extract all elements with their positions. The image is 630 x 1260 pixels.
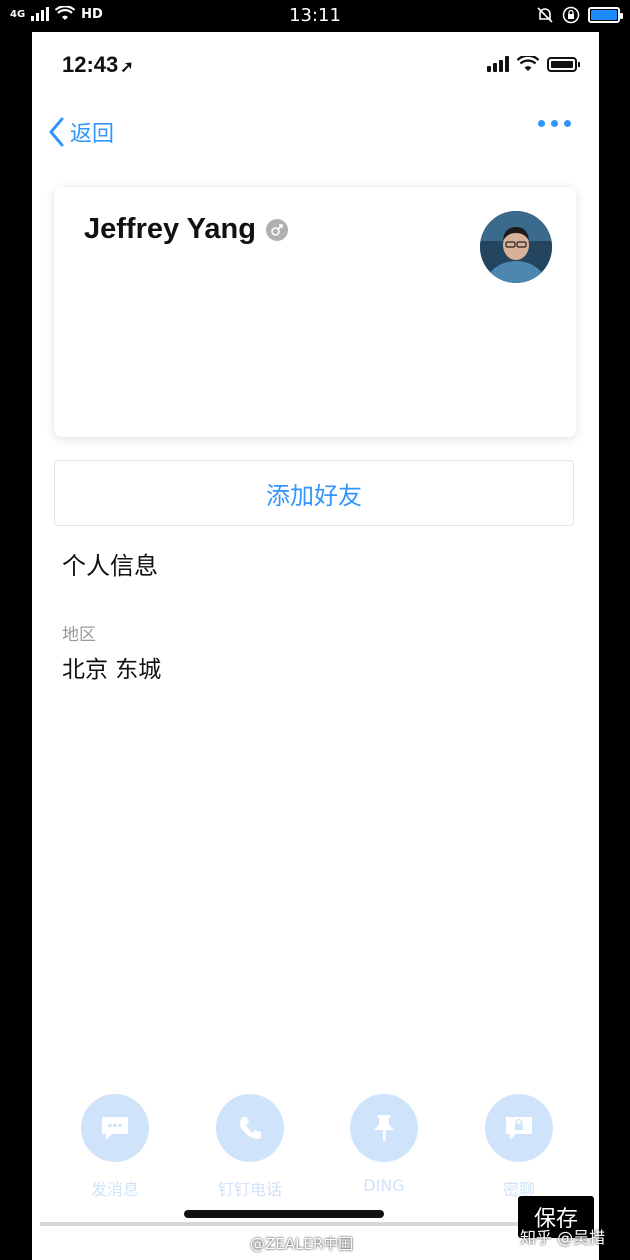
inner-signal-icon [487, 56, 509, 72]
weibo-watermark: @ZEALER中国 [250, 1235, 354, 1253]
inner-time: 12:43 ➚ [62, 52, 134, 78]
bottom-divider [40, 1222, 560, 1226]
outer-battery-icon [588, 7, 623, 23]
back-label: 返回 [70, 122, 115, 147]
chevron-left-icon [49, 117, 64, 147]
more-dot-icon [564, 120, 571, 127]
pin-icon [350, 1094, 418, 1162]
inner-wifi-icon [517, 56, 539, 71]
profile-name: Jeffrey Yang [84, 213, 256, 245]
back-button[interactable]: 返回 [48, 116, 114, 148]
outer-status-right [536, 6, 623, 24]
message-icon [81, 1094, 149, 1162]
action-label: DING [363, 1176, 405, 1195]
zhihu-watermark: 知乎 @吴措 [520, 1228, 606, 1247]
inner-time-text: 12:43 [62, 52, 119, 77]
nav-bar: 返回 [32, 112, 599, 156]
male-gender-icon [265, 218, 288, 241]
more-options-button[interactable] [538, 120, 571, 127]
more-dot-icon [551, 120, 558, 127]
inner-status-right [487, 56, 580, 72]
inner-status-bar: 12:43 ➚ [32, 32, 599, 102]
phone-icon [216, 1094, 284, 1162]
outer-status-bar: 4G HD 13:11 [0, 0, 630, 34]
action-label: 发消息 [90, 1180, 139, 1199]
region-value: 北京 东城 [62, 657, 162, 683]
profile-name-row: Jeffrey Yang [84, 213, 288, 246]
ding-action[interactable]: DING [324, 1094, 444, 1195]
personal-info-title: 个人信息 [62, 552, 158, 580]
send-message-action[interactable]: 发消息 [55, 1094, 175, 1200]
region-label: 地区 [62, 625, 96, 645]
add-friend-button[interactable]: 添加好友 [54, 460, 574, 526]
home-indicator[interactable] [184, 1210, 384, 1218]
profile-card: Jeffrey Yang [54, 187, 576, 437]
phone-screen: 12:43 ➚ 返回 Jeffrey Yang 添加好友 个人信息 地区 北京 … [32, 32, 599, 1260]
secret-chat-icon [485, 1094, 553, 1162]
more-dot-icon [538, 120, 545, 127]
avatar[interactable] [480, 211, 552, 283]
lock-rotation-icon [562, 6, 580, 24]
mute-bell-icon [537, 7, 553, 23]
location-arrow-icon: ➚ [120, 59, 134, 76]
action-label: 钉钉电话 [217, 1180, 282, 1199]
action-bar: 发消息 钉钉电话 DING 密聊 [32, 1094, 599, 1204]
inner-battery-icon [547, 56, 580, 72]
secret-chat-action[interactable]: 密聊 [459, 1094, 579, 1200]
dingtalk-call-action[interactable]: 钉钉电话 [190, 1094, 310, 1200]
